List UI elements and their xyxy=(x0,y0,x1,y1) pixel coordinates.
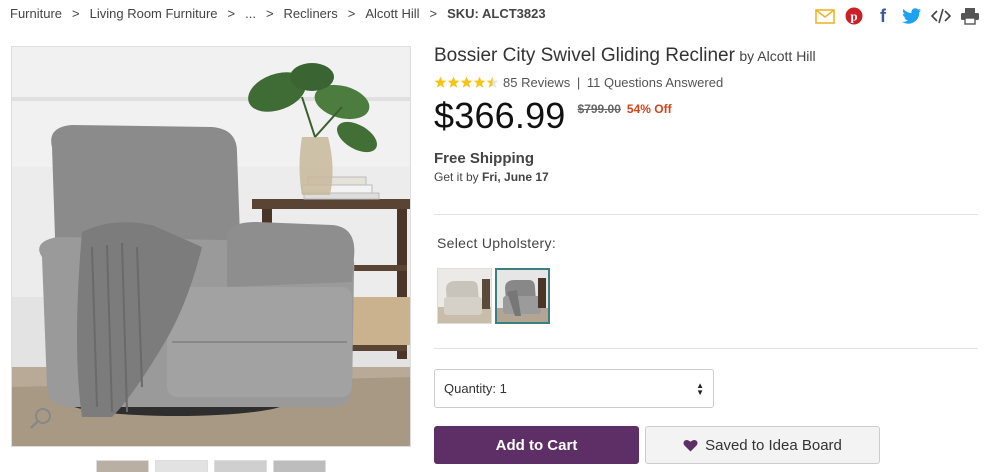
sku-label: SKU: ALCT3823 xyxy=(447,6,546,21)
divider xyxy=(434,214,978,215)
svg-text:p: p xyxy=(850,9,857,24)
email-icon[interactable] xyxy=(815,7,835,25)
shipping-info: Free Shipping Get it by Fri, June 17 xyxy=(434,150,980,184)
thumbnail[interactable] xyxy=(155,460,208,472)
save-to-idea-board-button[interactable]: Saved to Idea Board xyxy=(645,426,880,464)
upholstery-label: Select Upholstery: xyxy=(437,235,557,251)
breadcrumb-separator: > xyxy=(347,6,356,21)
breadcrumb-furniture[interactable]: Furniture xyxy=(10,6,62,21)
price-row: $366.99 $799.00 54% Off xyxy=(434,98,980,134)
thumbnail[interactable] xyxy=(96,460,149,472)
breadcrumb-living-room-furniture[interactable]: Living Room Furniture xyxy=(90,6,218,21)
thumbnail[interactable] xyxy=(273,460,326,472)
rating-row: 85 Reviews | 11 Questions Answered xyxy=(434,75,980,90)
product-title: Bossier City Swivel Gliding Recliner xyxy=(434,45,735,66)
breadcrumb-separator: > xyxy=(265,6,274,21)
svg-text:f: f xyxy=(880,7,887,25)
thumbnail[interactable] xyxy=(214,460,267,472)
shipping-title: Free Shipping xyxy=(434,150,535,167)
shipping-date-prefix: Get it by xyxy=(434,170,479,184)
twitter-icon[interactable] xyxy=(902,7,922,25)
heart-icon xyxy=(683,439,698,452)
upholstery-swatch-option[interactable] xyxy=(437,268,492,324)
share-toolbar: p f xyxy=(815,7,980,25)
discount-badge: 54% Off xyxy=(626,102,672,116)
star-half-icon xyxy=(486,76,499,88)
embed-icon[interactable] xyxy=(931,7,951,25)
quantity-select[interactable]: Quantity: 1 ▲ ▼ xyxy=(434,369,714,408)
zoom-icon[interactable] xyxy=(28,406,54,432)
product-heading: Bossier City Swivel Gliding Recliner by … xyxy=(434,45,980,67)
pinterest-icon[interactable]: p xyxy=(844,7,864,25)
select-arrows-icon: ▲ ▼ xyxy=(696,380,704,397)
shipping-date: Get it by Fri, June 17 xyxy=(434,170,980,184)
quantity-value: Quantity: 1 xyxy=(444,381,507,396)
product-info: Bossier City Swivel Gliding Recliner by … xyxy=(434,45,980,184)
thumbnail-strip xyxy=(96,460,326,472)
add-to-cart-button[interactable]: Add to Cart xyxy=(434,426,639,464)
upholstery-swatch-selected[interactable] xyxy=(495,268,550,324)
facebook-icon[interactable]: f xyxy=(873,7,893,25)
star-rating[interactable] xyxy=(434,76,499,89)
breadcrumb: Furniture > Living Room Furniture > ... … xyxy=(10,6,546,21)
save-to-idea-board-label: Saved to Idea Board xyxy=(705,436,842,454)
star-icon xyxy=(447,76,460,88)
was-price: $799.00 xyxy=(577,102,621,116)
star-icon xyxy=(460,76,473,88)
breadcrumb-separator: > xyxy=(429,6,438,21)
star-icon xyxy=(434,76,447,88)
reviews-link[interactable]: 85 Reviews xyxy=(503,75,570,90)
questions-link[interactable]: 11 Questions Answered xyxy=(587,75,723,90)
breadcrumb-alcott-hill[interactable]: Alcott Hill xyxy=(365,6,419,21)
star-icon xyxy=(473,76,486,88)
divider xyxy=(434,348,978,349)
breadcrumb-separator: > xyxy=(72,6,80,21)
breadcrumb-ellipsis[interactable]: ... xyxy=(245,6,256,21)
rating-separator: | xyxy=(576,75,581,90)
shipping-date-value: Fri, June 17 xyxy=(482,170,549,184)
breadcrumb-recliners[interactable]: Recliners xyxy=(284,6,338,21)
price: $366.99 xyxy=(434,95,566,136)
breadcrumb-separator: > xyxy=(227,6,236,21)
product-image[interactable] xyxy=(11,46,411,447)
brand-link[interactable]: by Alcott Hill xyxy=(739,48,815,64)
print-icon[interactable] xyxy=(960,7,980,25)
